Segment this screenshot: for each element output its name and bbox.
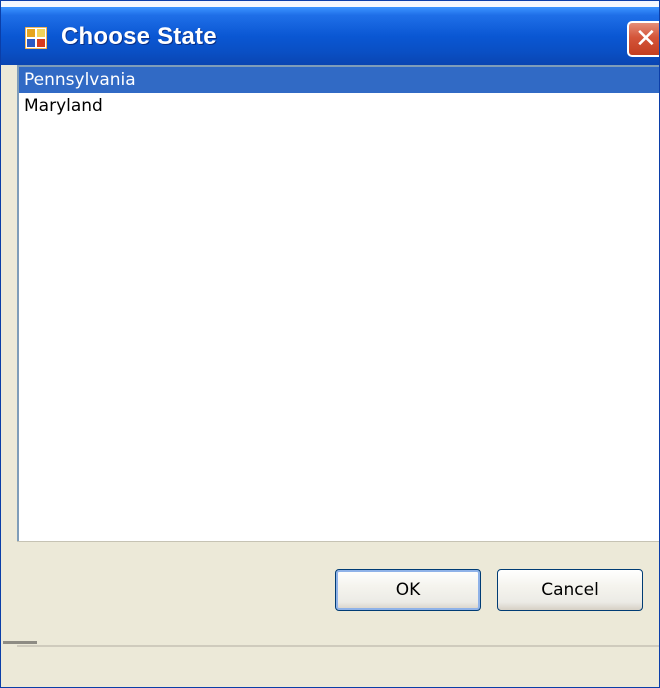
close-icon: ✕ [635, 24, 657, 54]
application-window-icon [25, 27, 47, 49]
status-bar-divider [17, 645, 659, 647]
list-item-pennsylvania[interactable]: Pennsylvania [19, 67, 659, 93]
ok-button[interactable]: OK [335, 569, 481, 611]
close-button[interactable]: ✕ [627, 21, 659, 57]
list-item-maryland[interactable]: Maryland [19, 93, 659, 119]
title-bar[interactable]: Choose State ✕ [1, 1, 659, 65]
window-title: Choose State [61, 23, 217, 50]
button-panel: OK Cancel [3, 541, 659, 687]
choose-state-dialog: Choose State ✕ Pennsylvania Maryland OK … [0, 0, 660, 688]
state-listbox[interactable]: Pennsylvania Maryland [17, 65, 659, 541]
cancel-button[interactable]: Cancel [497, 569, 643, 611]
status-grip [3, 641, 37, 644]
